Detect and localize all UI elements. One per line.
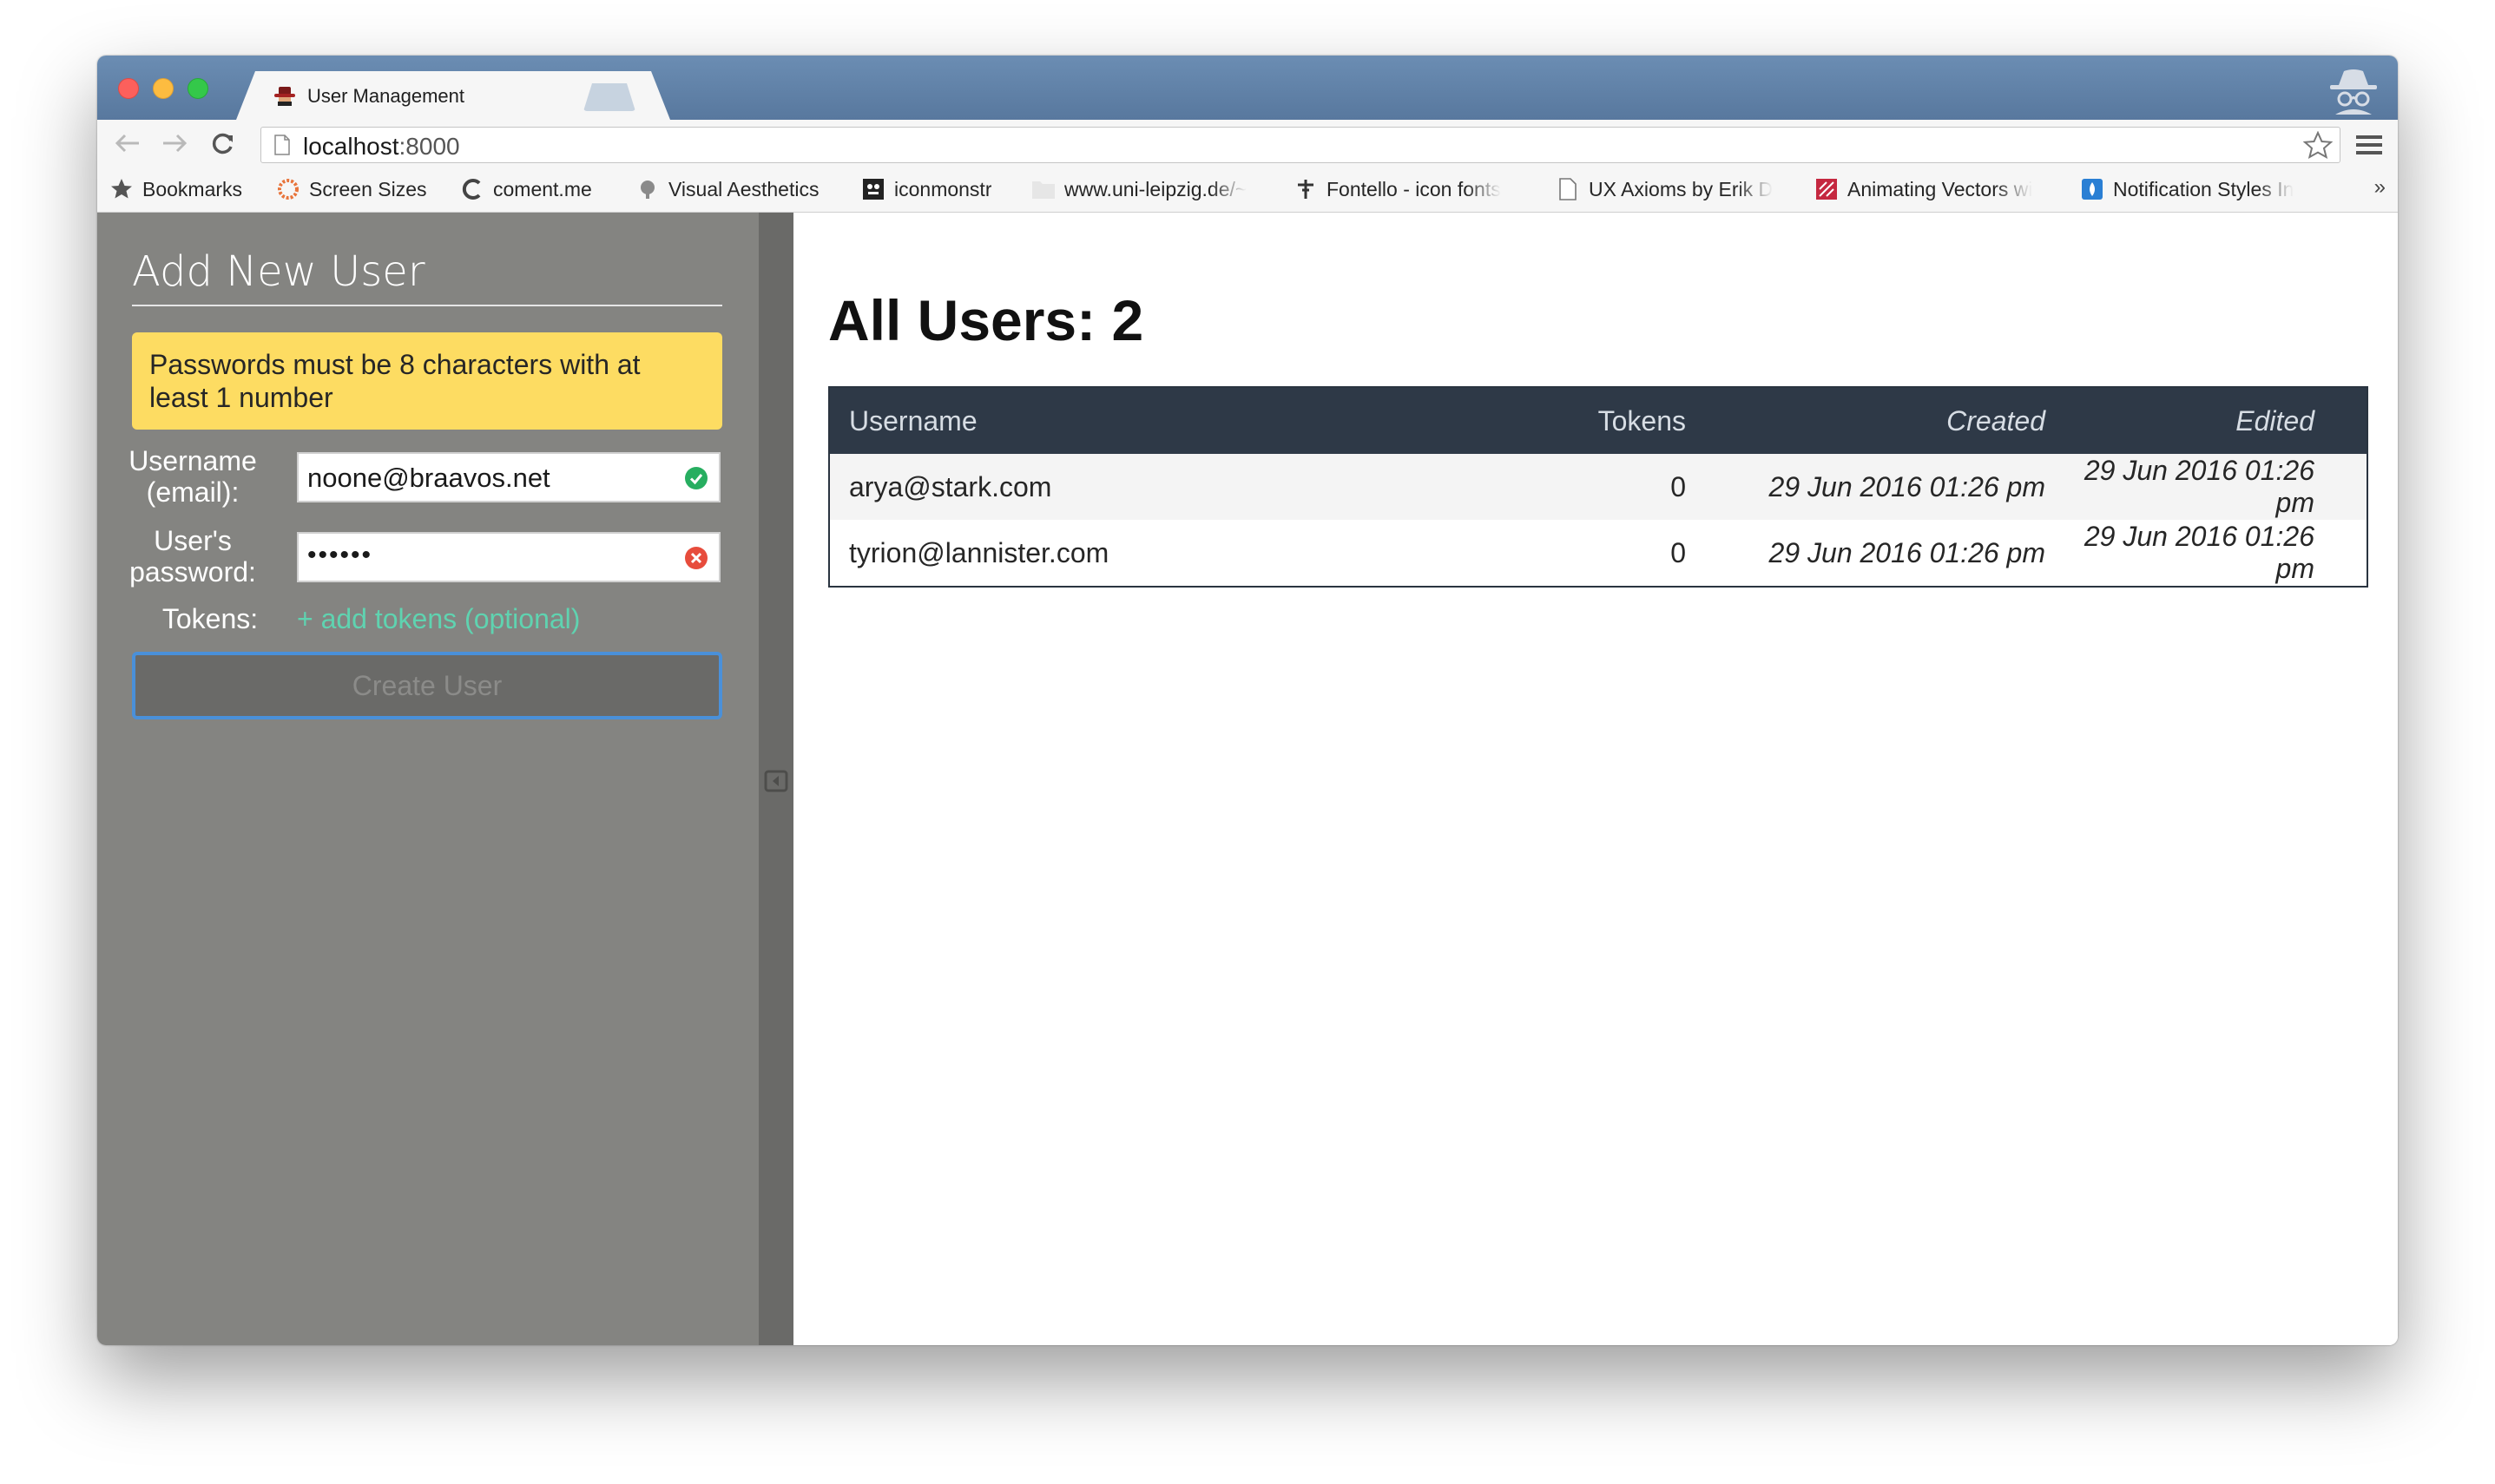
more-bookmarks-chevron-icon[interactable]: » [2374, 175, 2386, 200]
bookmark-screen-sizes[interactable]: Screen Sizes [276, 177, 427, 201]
cell-edited: 29 Jun 2016 01:26 pm [2064, 454, 2367, 520]
password-warning: Passwords must be 8 characters with at l… [132, 332, 722, 430]
table-row[interactable]: arya@stark.com 0 29 Jun 2016 01:26 pm 29… [829, 454, 2367, 520]
users-table: Username Tokens Created Edited arya@star… [828, 386, 2368, 588]
reload-icon[interactable] [208, 130, 238, 156]
username-value: noone@braavos.net [307, 463, 550, 493]
coment-icon [460, 177, 484, 201]
panel-splitter[interactable] [759, 213, 793, 1345]
bookmark-coment[interactable]: coment.me [460, 177, 592, 201]
bookmark-animating-vectors[interactable]: Animating Vectors wi [1814, 177, 2066, 201]
notification-icon [2080, 177, 2104, 201]
url-text: localhost:8000 [303, 133, 460, 161]
visual-aesthetics-icon [635, 177, 660, 201]
browser-toolbar: localhost:8000 [97, 120, 2398, 167]
username-field[interactable]: noone@braavos.net [297, 452, 721, 502]
bookmark-label: Animating Vectors wi [1847, 177, 2033, 200]
cell-edited: 29 Jun 2016 01:26 pm [2064, 520, 2367, 587]
star-icon [109, 177, 134, 201]
bookmark-visual-aesthetics[interactable]: Visual Aesthetics [635, 177, 819, 201]
page-icon [1556, 177, 1580, 201]
incognito-icon [2330, 69, 2377, 115]
bookmark-fontello[interactable]: Fontello - icon fonts [1294, 177, 1528, 201]
spy-hat-icon [273, 85, 297, 108]
page-icon [274, 135, 290, 155]
bookmarks-bar: Bookmarks Screen Sizes coment.me Visual … [97, 167, 2398, 213]
folder-icon [1031, 177, 1056, 201]
bookmark-star-icon[interactable] [2303, 131, 2333, 159]
title-bar: User Management × [97, 56, 2398, 120]
bookmark-label: Bookmarks [142, 177, 243, 200]
page-title: All Users: 2 [828, 288, 1144, 352]
cell-username: arya@stark.com [829, 454, 1511, 520]
password-field[interactable]: •••••• [297, 532, 721, 582]
column-header-edited[interactable]: Edited [2064, 387, 2367, 454]
check-circle-icon [685, 467, 708, 489]
tab-title: User Management [307, 85, 464, 107]
page-content: Add New User Passwords must be 8 charact… [97, 213, 2398, 1345]
bookmark-label: Notification Styles In [2113, 177, 2294, 200]
bookmark-uni-leipzig[interactable]: www.uni-leipzig.de/~ [1031, 177, 1266, 201]
animating-vectors-icon [1814, 177, 1839, 201]
column-header-tokens[interactable]: Tokens [1511, 387, 1705, 454]
username-label: Username (email): [128, 445, 257, 508]
panel-title: Add New User [132, 247, 722, 306]
bookmark-notification-styles[interactable]: Notification Styles In [2080, 177, 2332, 201]
cell-username: tyrion@lannister.com [829, 520, 1511, 587]
close-window-button[interactable] [118, 78, 139, 99]
bookmark-label: www.uni-leipzig.de/~ [1064, 177, 1248, 200]
tokens-label: Tokens: [161, 603, 259, 634]
url-host: localhost [303, 133, 399, 160]
create-user-button[interactable]: Create User [132, 652, 722, 719]
error-circle-icon [685, 547, 708, 569]
bookmark-label: Screen Sizes [309, 177, 427, 200]
bookmark-label: iconmonstr [894, 177, 992, 200]
password-label: User's password: [129, 525, 256, 588]
new-tab-button[interactable] [583, 83, 635, 111]
bookmark-ux-axioms[interactable]: UX Axioms by Erik D [1556, 177, 1790, 201]
screen-sizes-icon [276, 177, 300, 201]
address-bar[interactable]: localhost:8000 [260, 127, 2340, 163]
forward-arrow-icon[interactable] [160, 130, 189, 156]
bookmark-bookmarks[interactable]: Bookmarks [109, 177, 242, 201]
table-row[interactable]: tyrion@lannister.com 0 29 Jun 2016 01:26… [829, 520, 2367, 587]
url-port: :8000 [398, 133, 460, 160]
zoom-window-button[interactable] [188, 78, 208, 99]
fontello-icon [1294, 177, 1318, 201]
hamburger-menu-icon[interactable] [2356, 135, 2382, 154]
bookmark-label: Fontello - icon fonts [1326, 177, 1501, 200]
table-header-row: Username Tokens Created Edited [829, 387, 2367, 454]
browser-window: User Management × lo [97, 56, 2398, 1345]
add-user-panel: Add New User Passwords must be 8 charact… [97, 213, 759, 1345]
password-value: •••••• [307, 541, 373, 569]
bookmark-label: UX Axioms by Erik D [1589, 177, 1774, 200]
cell-created: 29 Jun 2016 01:26 pm [1705, 520, 2064, 587]
collapse-panel-icon[interactable] [764, 770, 788, 792]
bookmark-label: coment.me [493, 177, 592, 200]
add-tokens-link[interactable]: + add tokens (optional) [297, 603, 580, 635]
column-header-created[interactable]: Created [1705, 387, 2064, 454]
iconmonstr-icon [861, 177, 885, 201]
cell-tokens: 0 [1511, 454, 1705, 520]
minimize-window-button[interactable] [153, 78, 174, 99]
column-header-username[interactable]: Username [829, 387, 1511, 454]
cell-tokens: 0 [1511, 520, 1705, 587]
bookmark-iconmonstr[interactable]: iconmonstr [861, 177, 991, 201]
back-arrow-icon[interactable] [113, 130, 142, 156]
bookmark-label: Visual Aesthetics [668, 177, 820, 200]
cell-created: 29 Jun 2016 01:26 pm [1705, 454, 2064, 520]
